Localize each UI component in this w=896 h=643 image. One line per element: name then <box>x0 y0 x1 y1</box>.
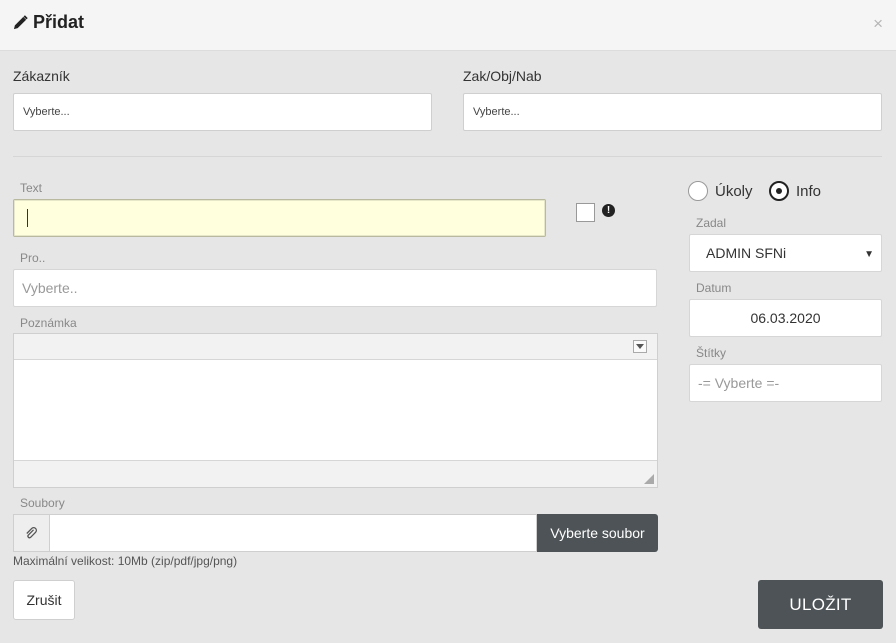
dropdown-arrow-icon: ▼ <box>864 249 874 260</box>
exclamation-icon: ! <box>602 204 615 217</box>
text-caret <box>27 209 28 227</box>
order-select-placeholder: Vyberte... <box>473 106 520 118</box>
caret-down-icon <box>636 344 644 349</box>
for-label: Pro.. <box>20 251 46 265</box>
editor-toolbar <box>14 334 657 360</box>
tags-label: Štítky <box>696 346 727 360</box>
radio-info[interactable]: Info <box>769 181 821 201</box>
editor-statusbar <box>14 460 657 487</box>
customer-select[interactable]: Vyberte... <box>13 93 432 131</box>
note-editor[interactable] <box>13 333 658 488</box>
radio-info-label: Info <box>796 182 822 200</box>
text-input[interactable] <box>13 199 546 237</box>
assigned-by-label: Zadal <box>696 216 727 230</box>
assigned-by-value: ADMIN SFNi <box>706 245 787 261</box>
resize-handle-icon[interactable] <box>644 474 654 484</box>
cancel-button[interactable]: Zrušit <box>13 580 75 620</box>
date-label: Datum <box>696 281 732 295</box>
toolbar-expand-button[interactable] <box>633 340 647 353</box>
date-value: 06.03.2020 <box>750 310 821 326</box>
note-label: Poznámka <box>20 316 77 330</box>
file-size-hint: Maximální velikost: 10Mb (zip/pdf/jpg/pn… <box>13 554 238 568</box>
attachment-button[interactable] <box>13 514 50 552</box>
modal-title-text: Přidat <box>33 12 85 32</box>
radio-ukoly-circle <box>688 181 708 201</box>
radio-ukoly[interactable]: Úkoly <box>688 181 753 201</box>
date-input[interactable]: 06.03.2020 <box>689 299 882 337</box>
browse-file-button[interactable]: Vyberte soubor <box>537 514 658 552</box>
radio-info-circle <box>769 181 789 201</box>
customer-label: Zákazník <box>13 68 70 84</box>
paperclip-icon <box>26 526 37 538</box>
tags-placeholder: -= Vyberte =- <box>698 375 780 391</box>
assigned-by-select[interactable]: ADMIN SFNi ▼ <box>689 234 882 272</box>
text-label: Text <box>20 181 43 195</box>
file-upload: Vyberte soubor <box>13 514 658 552</box>
save-button[interactable]: ULOŽIT <box>758 580 883 629</box>
tags-select[interactable]: -= Vyberte =- <box>689 364 882 402</box>
pencil-icon <box>13 15 28 30</box>
order-select[interactable]: Vyberte... <box>463 93 882 131</box>
modal-header: Přidat × <box>0 0 896 51</box>
order-label: Zak/Obj/Nab <box>463 68 542 84</box>
modal-title: Přidat <box>13 12 84 33</box>
file-name-field[interactable] <box>50 514 537 552</box>
important-checkbox[interactable] <box>576 203 595 222</box>
customer-select-placeholder: Vyberte... <box>23 106 70 118</box>
radio-ukoly-label: Úkoly <box>715 182 753 200</box>
files-label: Soubory <box>20 496 65 510</box>
for-input[interactable] <box>13 269 657 307</box>
close-icon[interactable]: × <box>873 15 883 33</box>
section-divider <box>13 156 882 157</box>
